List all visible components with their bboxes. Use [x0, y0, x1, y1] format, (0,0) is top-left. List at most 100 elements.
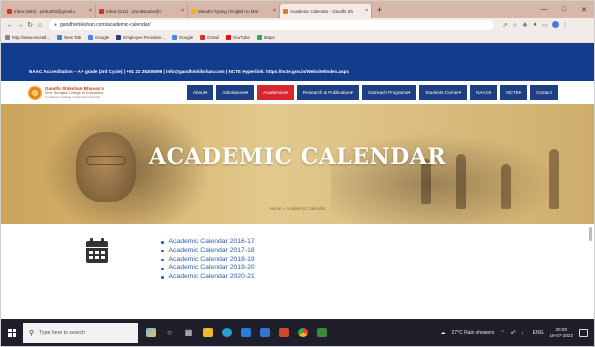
bookmark-item[interactable]: Employee Providen...: [116, 34, 165, 40]
calendar-link[interactable]: Academic Calendar 2016-17: [161, 238, 255, 247]
bullet-icon: [161, 249, 164, 253]
star-icon[interactable]: ☆: [510, 22, 520, 29]
chrome-icon[interactable]: [294, 324, 311, 341]
tab-close-icon[interactable]: ×: [86, 8, 92, 14]
office-icon[interactable]: [275, 324, 292, 341]
bookmark-label: Gmail: [207, 34, 219, 40]
calendar-link[interactable]: Academic Calendar 2020-21: [161, 273, 255, 282]
nav-label: About: [193, 90, 206, 95]
tab-close-icon[interactable]: ×: [362, 8, 368, 14]
clock[interactable]: 20:00 19-07-2022: [550, 327, 574, 339]
browser-tab[interactable]: Marathi Typing | English to Mar ×: [188, 4, 280, 18]
tab-close-icon[interactable]: ×: [270, 8, 276, 14]
bookmark-label: http://www.mcetdl...: [12, 34, 51, 40]
bookmark-label: Google: [95, 34, 110, 40]
nav-item-naac[interactable]: NAAC ▾: [470, 85, 498, 100]
forward-icon[interactable]: →: [15, 22, 25, 29]
nav-item-ncte[interactable]: NCTE ▾: [500, 85, 528, 100]
tab-strip: Inbox (664) - pintu203@gmail.c × Inbox (61…: [1, 1, 594, 18]
college-logo[interactable]: Gandhi Shikshan Bhavan's Smt. Surajba Co…: [28, 85, 193, 100]
taskbar-search[interactable]: ⚲ Type here to search: [23, 322, 138, 343]
nav-item-students-corner[interactable]: Students Corner ▾: [419, 85, 468, 100]
store-icon[interactable]: [237, 324, 254, 341]
weather-text[interactable]: 27°C Rain showers: [452, 330, 495, 336]
cortana-icon[interactable]: ○: [161, 324, 178, 341]
nav-label: Students Corner: [425, 90, 459, 95]
home-icon[interactable]: ⌂: [35, 22, 45, 29]
tab-close-icon[interactable]: ×: [178, 8, 184, 14]
site-info-bar: NAAC Accreditation – A+ grade (3rd Cycle…: [1, 43, 594, 81]
search-icon: ⚲: [29, 329, 35, 337]
bookmark-item[interactable]: Maps: [256, 34, 275, 40]
nav-item-outreach-programs[interactable]: Outreach Programs ▾: [361, 85, 417, 100]
tray-chevron-icon[interactable]: ⌃: [500, 330, 504, 336]
task-view-icon[interactable]: ▦: [180, 324, 197, 341]
bookmarks-bar: http://www.mcetdl... New Tab Google Employe…: [1, 32, 594, 43]
calendar-link[interactable]: Academic Calendar 2017-18: [161, 247, 255, 256]
chevron-down-icon: ▾: [350, 89, 353, 95]
browser-tab[interactable]: Inbox (664) - pintu203@gmail.c ×: [4, 4, 96, 18]
calendar-icon: [86, 238, 108, 263]
calendar-link[interactable]: Academic Calendar 2019-20: [161, 264, 255, 273]
lock-icon: ●: [54, 22, 58, 28]
bullet-icon: [161, 276, 164, 279]
nav-item-about[interactable]: About ▾: [187, 85, 214, 100]
bookmark-item[interactable]: http://www.mcetdl...: [5, 34, 51, 40]
file-explorer-icon[interactable]: [199, 324, 216, 341]
bookmark-item[interactable]: Google: [172, 34, 194, 40]
bookmark-favicon-icon: [172, 34, 177, 40]
nav-label: NCTE: [506, 90, 519, 95]
nav-item-admissions[interactable]: Admissions ▾: [216, 85, 255, 100]
bookmark-item[interactable]: Google: [88, 34, 110, 40]
windows-icon: [8, 328, 16, 337]
minimize-icon[interactable]: —: [534, 6, 554, 13]
bullet-icon: [161, 258, 164, 262]
share-icon[interactable]: ↗: [500, 22, 510, 29]
chevron-down-icon: ▾: [285, 89, 288, 95]
scrollbar-thumb[interactable]: [589, 227, 592, 241]
profile-avatar[interactable]: [550, 20, 560, 30]
site-header: Gandhi Shikshan Bhavan's Smt. Surajba Co…: [1, 81, 594, 104]
new-tab-button[interactable]: +: [372, 5, 387, 15]
browser-window: Inbox (664) - pintu203@gmail.c × Inbox (61…: [0, 0, 595, 347]
network-icon[interactable]: ☍: [511, 330, 516, 336]
url-input[interactable]: ● gandhishikshan.com/academic-calendar/: [49, 20, 494, 30]
bookmark-label: Google: [179, 34, 194, 40]
nav-item-academics[interactable]: Academics ▾: [257, 85, 294, 100]
nav-item-research-publication[interactable]: Research & Publication ▾: [296, 85, 359, 100]
chevron-down-icon: ▾: [518, 89, 522, 95]
reload-icon[interactable]: ↻: [25, 21, 35, 29]
volume-icon[interactable]: ♩: [522, 330, 527, 336]
calendar-link-label: Academic Calendar 2016-17: [168, 238, 255, 245]
edge-icon[interactable]: [218, 324, 235, 341]
bookmark-item[interactable]: YouTube: [225, 34, 250, 40]
language-indicator[interactable]: ENG: [533, 330, 544, 336]
notification-icon[interactable]: [579, 328, 588, 337]
main-content: Academic Calendar 2016-17 Academic Calend…: [1, 224, 594, 319]
bookmark-favicon-icon: [200, 34, 206, 40]
menu-icon[interactable]: ⋮: [560, 22, 570, 29]
start-button[interactable]: [1, 328, 23, 337]
nav-label: NAAC: [476, 90, 489, 95]
weather-widget-icon[interactable]: [142, 324, 159, 341]
search-placeholder: Type here to search: [39, 329, 85, 336]
sidebar-icon[interactable]: ▭: [540, 22, 550, 29]
puzzle-icon[interactable]: ♦: [530, 22, 540, 28]
bookmark-label: Maps: [263, 34, 275, 40]
chat-icon[interactable]: [313, 324, 330, 341]
bookmark-item[interactable]: New Tab: [57, 34, 81, 40]
back-icon[interactable]: ←: [5, 22, 15, 29]
calendar-link[interactable]: Academic Calendar 2018-19: [161, 256, 255, 265]
browser-tab[interactable]: Academic Calendar - Gandhi Sh ×: [280, 4, 372, 18]
bookmark-item[interactable]: Gmail: [200, 34, 219, 40]
contact-info-text: NAAC Accreditation – A+ grade (3rd Cycle…: [29, 69, 350, 74]
breadcrumb[interactable]: Home » Academic Calendar: [1, 206, 594, 211]
maximize-icon[interactable]: □: [554, 6, 574, 13]
close-icon[interactable]: ✕: [574, 6, 594, 14]
nav-item-contact[interactable]: Contact: [530, 85, 558, 100]
extension-icon[interactable]: ❖: [520, 22, 530, 29]
browser-tab[interactable]: Inbox (612) - pmu9saobe@c ×: [96, 4, 188, 18]
bookmark-favicon-icon: [256, 34, 262, 40]
clock-date: 19-07-2022: [549, 332, 574, 338]
mail-icon[interactable]: [256, 324, 273, 341]
